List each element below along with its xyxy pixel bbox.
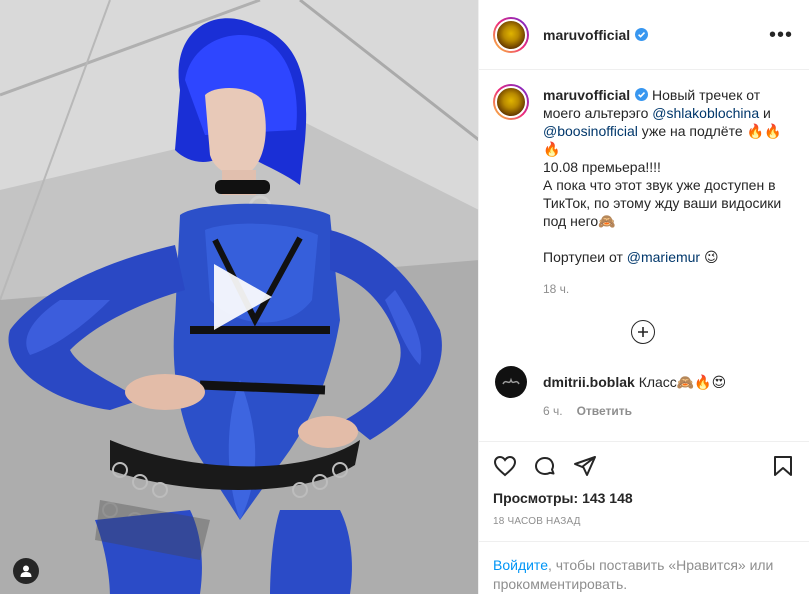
caption-username[interactable]: maruvofficial — [543, 87, 630, 103]
post-header: maruvofficial ••• — [479, 0, 809, 70]
share-icon[interactable] — [573, 454, 597, 478]
action-icons — [493, 446, 795, 486]
caption-line: Портупеи от @mariemur 😉 — [543, 248, 793, 266]
comments-section: maruvofficial Новый трeчек от моего альт… — [479, 70, 809, 441]
caption-body: maruvofficial Новый трeчек от моего альт… — [543, 86, 793, 298]
post-caption: maruvofficial Новый трeчек от моего альт… — [493, 84, 793, 298]
post-video[interactable] — [0, 0, 478, 594]
views-count[interactable]: Просмотры: 143 148 — [493, 490, 795, 506]
comment-meta: 6 ч. Ответить — [543, 404, 726, 418]
reply-button[interactable]: Ответить — [577, 404, 632, 418]
load-more — [493, 320, 793, 344]
bookmark-icon[interactable] — [771, 454, 795, 478]
caption-author-avatar[interactable] — [493, 84, 529, 120]
caption-line: А пока что этот звук уже доступен в ТикТ… — [543, 177, 782, 229]
mention-link[interactable]: @shlakoblochina — [652, 105, 759, 121]
caption-text: и — [759, 105, 771, 121]
login-link[interactable]: Войдите — [493, 557, 548, 573]
comment-item: dmitrii.boblak Класс🙈🔥😍 6 ч. Ответить — [493, 366, 793, 418]
mention-link[interactable]: @mariemur — [627, 249, 700, 265]
author-avatar[interactable] — [493, 16, 529, 53]
commenter-username[interactable]: dmitrii.boblak — [543, 374, 635, 390]
instagram-post: maruvofficial ••• maruvofficial Новый тр… — [0, 0, 809, 594]
login-prompt: Войдите, чтобы поставить «Нравится» или … — [479, 541, 809, 594]
user-tag-icon[interactable] — [13, 558, 39, 584]
views-number: 143 148 — [582, 490, 633, 506]
commenter-avatar[interactable] — [495, 366, 527, 398]
views-label: Просмотры: — [493, 490, 579, 506]
post-side-panel: maruvofficial ••• maruvofficial Новый тр… — [478, 0, 809, 594]
caption-text: Портупеи от — [543, 249, 627, 265]
caption-text: 😉 — [700, 249, 719, 265]
more-icon[interactable]: ••• — [769, 25, 793, 45]
post-timestamp[interactable]: 18 часов назад — [493, 516, 795, 527]
mention-link[interactable]: @boosinofficial — [543, 123, 638, 139]
load-more-icon[interactable] — [631, 320, 655, 344]
comment-icon[interactable] — [533, 454, 557, 478]
comment-time[interactable]: 6 ч. — [543, 404, 563, 418]
post-actions: Просмотры: 143 148 18 часов назад — [479, 441, 809, 527]
verified-icon — [635, 88, 649, 101]
comment-text: Класс🙈🔥😍 — [638, 374, 727, 390]
heart-icon[interactable] — [493, 454, 517, 478]
caption-line: 10.08 премьера!!!! — [543, 159, 661, 175]
author-username[interactable]: maruvofficial — [543, 27, 630, 43]
comment-body: dmitrii.boblak Класс🙈🔥😍 — [543, 373, 726, 391]
caption-time[interactable]: 18 ч. — [543, 280, 793, 298]
play-icon[interactable] — [210, 262, 274, 332]
verified-icon — [635, 28, 649, 41]
